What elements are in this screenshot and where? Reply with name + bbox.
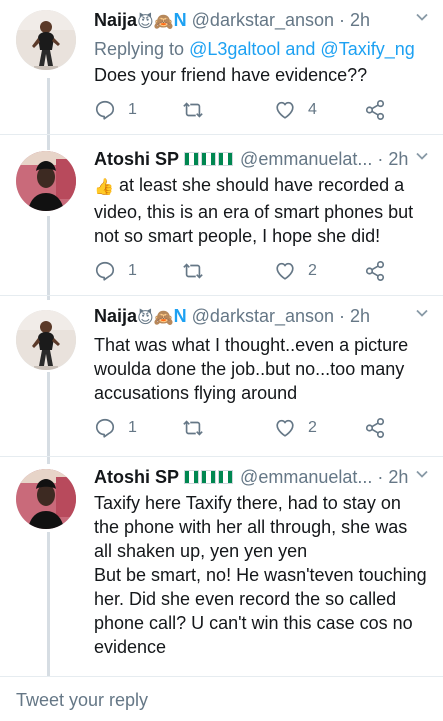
like-button[interactable]: 4 (274, 97, 317, 123)
avatar-image (16, 151, 76, 211)
reply-input-placeholder[interactable]: Tweet your reply (16, 690, 148, 711)
tweet-actions: 1 4 (94, 97, 429, 127)
like-button[interactable]: 2 (274, 258, 317, 284)
nigeria-flag-icon (218, 470, 233, 484)
like-count: 2 (308, 419, 317, 436)
replying-to-prefix: Replying to (94, 39, 190, 59)
reply-button[interactable]: 1 (94, 97, 137, 123)
tweet-actions: 1 2 (94, 258, 429, 288)
display-name[interactable]: Atoshi SP (94, 149, 179, 169)
share-button[interactable] (364, 415, 386, 441)
reply-icon (94, 99, 116, 121)
nigeria-flag-icon (201, 470, 216, 484)
tweet-text: Does your friend have evidence?? (94, 65, 368, 85)
tweet[interactable]: Naija😈🙈N @darkstar_anson · 2h That was w… (0, 296, 443, 456)
tweet-actions: 1 2 (94, 415, 429, 445)
chevron-down-icon[interactable] (415, 467, 429, 481)
share-icon (364, 99, 386, 121)
see-no-evil-monkey-emoji-icon: 🙈 (153, 310, 174, 327)
retweet-icon (182, 99, 204, 121)
tweet-header: Atoshi SP @emmanuelat... · 2h (94, 147, 429, 171)
tweet[interactable]: Atoshi SP @emmanuelat... · 2h Taxify her… (0, 457, 443, 676)
heart-icon (274, 260, 296, 282)
like-button[interactable]: 2 (274, 415, 317, 441)
timestamp: · 2h (377, 467, 409, 487)
handle[interactable]: @emmanuelat... (240, 149, 372, 169)
display-name[interactable]: Atoshi SP (94, 467, 179, 487)
handle[interactable]: @darkstar_anson (192, 10, 334, 30)
share-icon (364, 417, 386, 439)
heart-icon (274, 417, 296, 439)
reply-count: 1 (128, 101, 137, 118)
name-suffix: N (173, 10, 187, 30)
nigeria-flag-icon (184, 470, 199, 484)
tweet-header: Naija😈🙈N @darkstar_anson · 2h (94, 8, 429, 35)
avatar[interactable] (16, 10, 76, 70)
retweet-button[interactable] (182, 415, 204, 441)
reply-icon (94, 260, 116, 282)
share-button[interactable] (364, 258, 386, 284)
timestamp: · 2h (339, 306, 371, 326)
smiling-imp-emoji-icon: 😈 (137, 14, 154, 31)
tweet-reply-bar[interactable]: Tweet your reply (0, 676, 443, 721)
tweet-text-body: at least she should have recorded a vide… (94, 175, 419, 246)
replying-to-users[interactable]: @L3galtool and @Taxify_ng (189, 39, 415, 59)
smiling-imp-emoji-icon: 😈 (137, 310, 154, 327)
avatar[interactable] (16, 151, 76, 211)
retweet-button[interactable] (182, 97, 204, 123)
reply-count: 1 (128, 419, 137, 436)
retweet-button[interactable] (182, 258, 204, 284)
reply-button[interactable]: 1 (94, 415, 137, 441)
tweet-header: Naija😈🙈N @darkstar_anson · 2h (94, 304, 429, 331)
tweet[interactable]: Naija😈🙈N @darkstar_anson · 2h Replying t… (0, 0, 443, 134)
reply-button[interactable]: 1 (94, 258, 137, 284)
tweet-header: Atoshi SP @emmanuelat... · 2h (94, 465, 429, 489)
tweet-text: That was what I thought..even a picture … (94, 335, 414, 403)
like-count: 4 (308, 101, 317, 118)
share-icon (364, 260, 386, 282)
chevron-down-icon[interactable] (415, 149, 429, 163)
handle[interactable]: @darkstar_anson (192, 306, 334, 326)
retweet-icon (182, 260, 204, 282)
tweet-text: 👍 at least she should have recorded a vi… (94, 173, 429, 248)
chevron-down-icon[interactable] (415, 10, 429, 24)
timestamp: · 2h (339, 10, 371, 30)
replying-to: Replying to @L3galtool and @Taxify_ng (94, 37, 429, 61)
timestamp: · 2h (377, 149, 409, 169)
name-suffix: N (173, 306, 187, 326)
see-no-evil-monkey-emoji-icon: 🙈 (153, 14, 174, 31)
display-name[interactable]: Naija (94, 306, 137, 326)
reply-count: 1 (128, 262, 137, 279)
chevron-down-icon[interactable] (415, 306, 429, 320)
avatar-image (16, 469, 76, 529)
like-count: 2 (308, 262, 317, 279)
retweet-icon (182, 417, 204, 439)
nigeria-flag-icon (201, 152, 216, 166)
reply-icon (94, 417, 116, 439)
avatar-image (16, 10, 76, 70)
share-button[interactable] (364, 97, 386, 123)
heart-icon (274, 99, 296, 121)
nigeria-flag-icon (218, 152, 233, 166)
tweet[interactable]: Atoshi SP @emmanuelat... · 2h 👍 at least… (0, 135, 443, 295)
nigeria-flag-icon (184, 152, 199, 166)
thumbs-up-emoji-icon: 👍 (94, 179, 114, 196)
avatar[interactable] (16, 310, 76, 370)
avatar-image (16, 310, 76, 370)
handle[interactable]: @emmanuelat... (240, 467, 372, 487)
display-name[interactable]: Naija (94, 10, 137, 30)
avatar[interactable] (16, 469, 76, 529)
tweet-text: Taxify here Taxify there, had to stay on… (94, 493, 427, 657)
